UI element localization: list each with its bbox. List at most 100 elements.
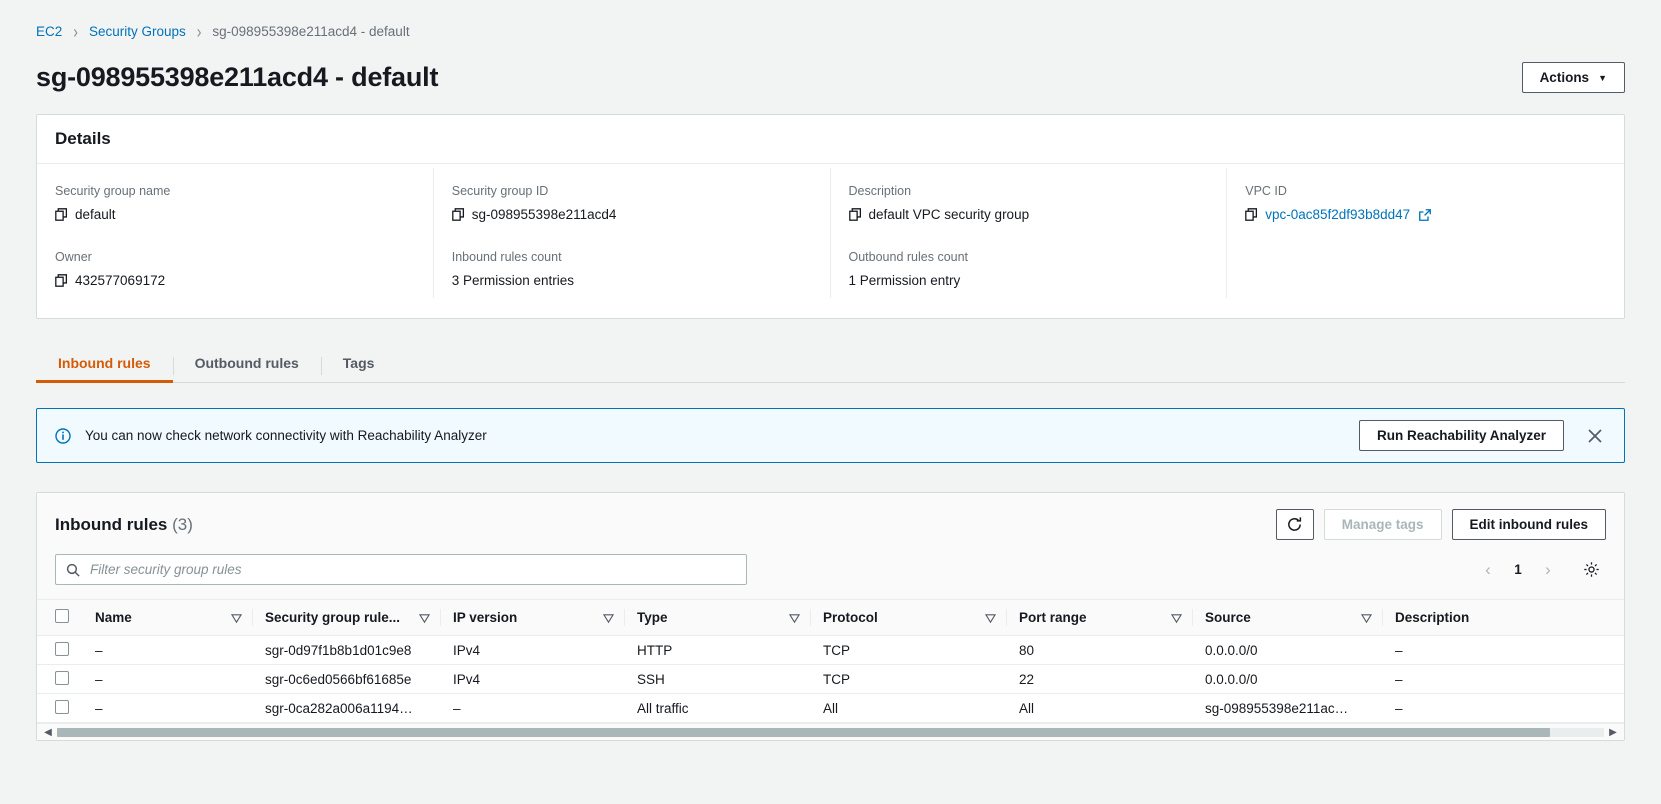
sort-icon — [985, 614, 996, 624]
copy-icon[interactable] — [848, 208, 862, 221]
cell-description: – — [1383, 635, 1624, 665]
column-header-port-range[interactable]: Port range — [1007, 599, 1193, 636]
filter-input[interactable] — [90, 555, 746, 584]
select-all-header — [37, 599, 83, 636]
cell-protocol: TCP — [811, 635, 1007, 665]
inbound-rules-panel: Inbound rules (3) Manage tags Edit inbou… — [36, 492, 1625, 741]
tab-tags[interactable]: Tags — [320, 355, 397, 382]
cell-description: – — [1383, 693, 1624, 723]
scroll-right-icon[interactable]: ▶ — [1606, 727, 1620, 738]
table-row[interactable]: – sgr-0ca282a006a1194… – All traffic All… — [37, 693, 1624, 723]
column-label: Type — [637, 610, 668, 625]
detail-label: Security group ID — [451, 184, 549, 198]
details-grid: Security group name default Security gro… — [37, 164, 1624, 318]
column-header-ip-version[interactable]: IP version — [441, 599, 625, 636]
column-header-type[interactable]: Type — [625, 599, 811, 636]
reachability-info-banner: You can now check network connectivity w… — [36, 408, 1625, 463]
scrollbar-track[interactable] — [57, 727, 1604, 737]
table-row[interactable]: – sgr-0c6ed0566bf61685e IPv4 SSH TCP 22 … — [37, 664, 1624, 694]
detail-value: default VPC security group — [868, 207, 1030, 222]
copy-icon[interactable] — [55, 208, 68, 221]
pagination-next-button[interactable]: › — [1534, 556, 1562, 584]
cell-protocol: TCP — [811, 664, 1007, 694]
table-header-row: Name Security group rule... IP version T… — [37, 599, 1624, 636]
inbound-rules-table: Name Security group rule... IP version T… — [37, 599, 1624, 723]
refresh-icon — [1288, 517, 1302, 531]
column-header-protocol[interactable]: Protocol — [811, 599, 1007, 636]
column-label: Protocol — [823, 610, 878, 625]
run-reachability-analyzer-button[interactable]: Run Reachability Analyzer — [1358, 420, 1564, 451]
table-horizontal-scrollbar[interactable]: ◀ ▶ — [37, 723, 1624, 740]
breadcrumb: EC2 › Security Groups › sg-098955398e211… — [36, 0, 1625, 62]
row-checkbox[interactable] — [55, 699, 69, 714]
column-header-security-group-rule-id[interactable]: Security group rule... — [253, 599, 441, 636]
tab-outbound-rules[interactable]: Outbound rules — [172, 355, 321, 382]
tab-bar: Inbound rules Outbound rules Tags — [36, 341, 1625, 383]
copy-icon[interactable] — [55, 274, 68, 287]
row-checkbox[interactable] — [55, 670, 69, 685]
copy-icon[interactable] — [1245, 208, 1258, 221]
cell-protocol: All — [811, 693, 1007, 723]
column-header-name[interactable]: Name — [83, 599, 253, 636]
cell-port-range: 22 — [1007, 664, 1193, 694]
detail-security-group-name: Security group name default — [37, 168, 434, 232]
detail-label: Owner — [55, 250, 92, 264]
scrollbar-thumb[interactable] — [57, 727, 1550, 737]
detail-value: 1 Permission entry — [848, 273, 961, 288]
filter-search-box[interactable] — [55, 554, 747, 585]
table-row[interactable]: – sgr-0d97f1b8b1d01c9e8 IPv4 HTTP TCP 80… — [37, 635, 1624, 665]
page-root: EC2 › Security Groups › sg-098955398e211… — [0, 0, 1661, 741]
cell-rule-id: sgr-0ca282a006a1194… — [253, 693, 441, 723]
detail-value-wrap: 3 Permission entries — [452, 273, 810, 288]
detail-value: 3 Permission entries — [451, 273, 575, 288]
column-label: Source — [1205, 610, 1251, 625]
detail-value: default — [75, 207, 116, 222]
detail-label: VPC ID — [1245, 184, 1287, 198]
inbound-rules-actions: Manage tags Edit inbound rules — [1275, 509, 1606, 540]
cell-name: – — [83, 664, 253, 694]
column-label: IP version — [453, 610, 518, 625]
detail-label: Security group name — [55, 184, 171, 198]
breadcrumb-separator-icon: › — [196, 20, 202, 42]
column-header-description[interactable]: Description — [1383, 599, 1624, 636]
inbound-rules-title: Inbound rules — [55, 514, 168, 534]
detail-owner: Owner 432577069172 — [37, 232, 434, 298]
info-icon — [55, 427, 71, 444]
cell-source: 0.0.0.0/0 — [1193, 664, 1383, 694]
row-checkbox[interactable] — [55, 641, 69, 656]
column-header-source[interactable]: Source — [1193, 599, 1383, 636]
sort-icon — [1361, 614, 1372, 624]
inbound-rules-header: Inbound rules (3) Manage tags Edit inbou… — [37, 493, 1624, 554]
cell-source: 0.0.0.0/0 — [1193, 635, 1383, 665]
external-link-icon[interactable] — [1419, 208, 1432, 221]
cell-port-range: 80 — [1007, 635, 1193, 665]
scroll-left-icon[interactable]: ◀ — [41, 727, 55, 738]
detail-value-wrap: vpc-0ac85f2df93b8dd47 — [1245, 207, 1604, 222]
column-label: Name — [95, 610, 132, 625]
actions-button[interactable]: Actions ▼ — [1521, 62, 1625, 93]
breadcrumb-item-ec2[interactable]: EC2 — [36, 24, 62, 39]
detail-value-wrap: 1 Permission entry — [849, 273, 1207, 288]
banner-close-button[interactable] — [1580, 421, 1610, 451]
sort-icon — [1171, 614, 1182, 624]
cell-type: HTTP — [625, 635, 811, 665]
sort-icon — [419, 614, 430, 624]
row-select-cell — [37, 693, 83, 723]
copy-icon[interactable] — [451, 208, 465, 221]
cell-type: All traffic — [625, 693, 811, 723]
cell-name: – — [83, 635, 253, 665]
title-row: sg-098955398e211acd4 - default Actions ▼ — [36, 62, 1625, 114]
pagination-prev-button[interactable]: ‹ — [1474, 556, 1502, 584]
select-all-checkbox[interactable] — [55, 609, 69, 623]
tab-inbound-rules[interactable]: Inbound rules — [36, 355, 173, 383]
breadcrumb-item-security-groups[interactable]: Security Groups — [89, 24, 186, 39]
cell-description: – — [1383, 664, 1624, 694]
detail-value-link[interactable]: vpc-0ac85f2df93b8dd47 — [1265, 207, 1410, 222]
edit-inbound-rules-button[interactable]: Edit inbound rules — [1451, 509, 1606, 540]
table-preferences-button[interactable] — [1576, 555, 1606, 585]
refresh-button[interactable] — [1275, 509, 1314, 540]
pagination-page-1[interactable]: 1 — [1506, 562, 1530, 577]
cell-ip-version: IPv4 — [441, 635, 625, 665]
manage-tags-button[interactable]: Manage tags — [1323, 509, 1442, 540]
details-panel: Details Security group name default Secu… — [36, 114, 1625, 319]
